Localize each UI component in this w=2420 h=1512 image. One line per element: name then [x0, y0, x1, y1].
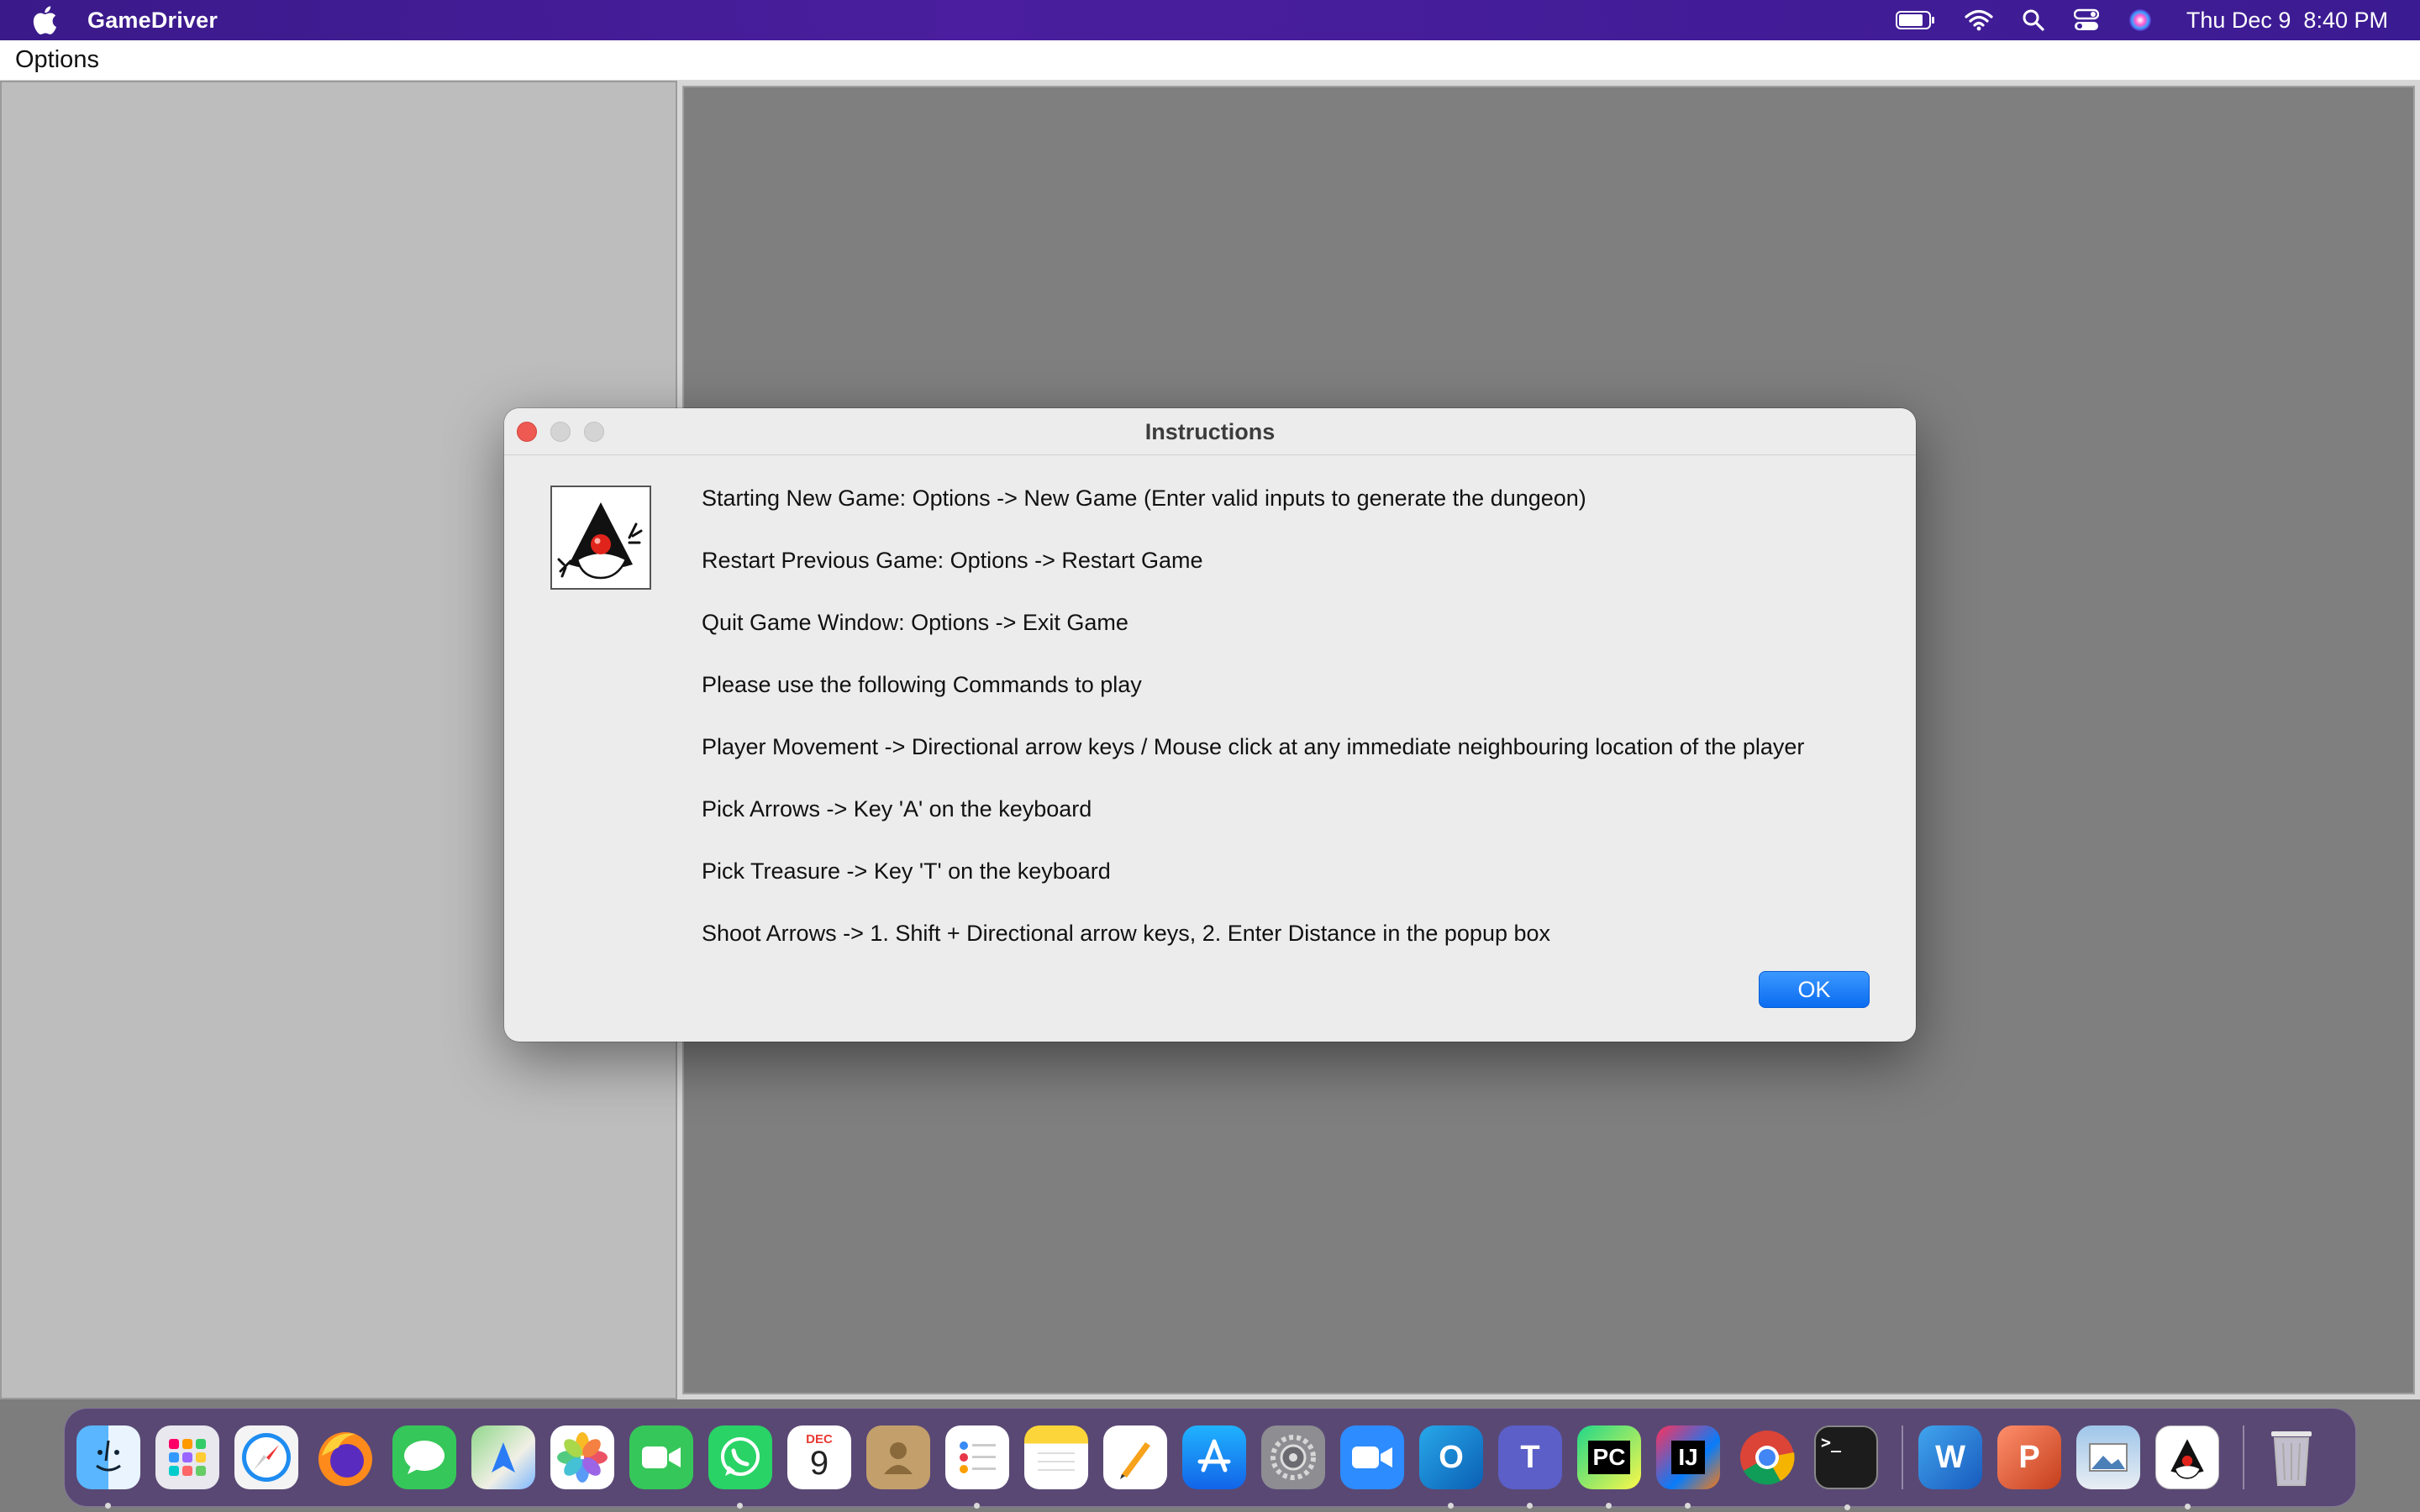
instruction-line: Quit Game Window: Options -> Exit Game [702, 610, 1128, 635]
safari-icon[interactable] [234, 1425, 298, 1489]
running-indicator [974, 1503, 980, 1509]
teams-icon[interactable]: T [1498, 1425, 1562, 1509]
control-center-icon[interactable] [2073, 8, 2099, 32]
wifi-icon[interactable] [1965, 9, 1993, 31]
java-app-icon[interactable] [2155, 1425, 2219, 1509]
active-app-name[interactable]: GameDriver [87, 8, 218, 34]
dialog-title: Instructions [1144, 419, 1276, 444]
calendar-day: 9 [809, 1444, 829, 1482]
contacts-icon[interactable] [866, 1425, 930, 1489]
teams-letter: T [1520, 1439, 1540, 1475]
photos-icon[interactable] [550, 1425, 614, 1489]
outlook-letter: O [1439, 1439, 1464, 1475]
instruction-line: Restart Previous Game: Options -> Restar… [702, 548, 1203, 573]
chrome-icon[interactable] [1735, 1425, 1799, 1489]
dialog-titlebar[interactable]: Instructions [504, 408, 1916, 455]
instructions-dialog: Instructions Starting New Game: Options … [504, 408, 1916, 1042]
instruction-line: Pick Arrows -> Key 'A' on the keyboard [702, 796, 1092, 822]
running-indicator [105, 1503, 111, 1509]
calendar-icon[interactable]: DEC 9 [787, 1425, 851, 1489]
pycharm-label: PC [1587, 1441, 1631, 1474]
pycharm-icon[interactable]: PC [1577, 1425, 1641, 1509]
powerpoint-icon[interactable]: P [1997, 1425, 2061, 1489]
java-duke-icon [550, 486, 651, 590]
instruction-line: Shoot Arrows -> 1. Shift + Directional a… [702, 921, 1551, 946]
maps-icon[interactable] [471, 1425, 535, 1489]
system-menu-bar: GameDriver Thu Dec 9 8:40 PM [0, 0, 2420, 40]
intellij-label: IJ [1671, 1441, 1705, 1474]
app-menu-bar: Options [0, 40, 2420, 81]
calendar-month: DEC [806, 1431, 833, 1446]
whatsapp-icon[interactable] [708, 1425, 772, 1509]
instruction-line: Player Movement -> Directional arrow key… [702, 734, 1805, 759]
facetime-icon[interactable] [629, 1425, 693, 1489]
running-indicator [1844, 1504, 1850, 1510]
instructions-list: Starting New Game: Options -> New Game (… [702, 472, 1804, 969]
instruction-line: Pick Treasure -> Key 'T' on the keyboard [702, 858, 1111, 884]
running-indicator [2185, 1504, 2191, 1509]
pages-icon[interactable] [1103, 1425, 1167, 1489]
instruction-line: Starting New Game: Options -> New Game (… [702, 486, 1586, 511]
instruction-line: Please use the following Commands to pla… [702, 672, 1142, 697]
spotlight-search-icon[interactable] [2022, 8, 2045, 32]
reminders-icon[interactable] [945, 1425, 1009, 1509]
running-indicator [1448, 1503, 1454, 1509]
menubar-clock[interactable]: Thu Dec 9 8:40 PM [2186, 8, 2388, 34]
dock-separator [1902, 1425, 1903, 1489]
intellij-icon[interactable]: IJ [1656, 1425, 1720, 1509]
word-icon[interactable]: W [1918, 1425, 1982, 1489]
status-area: Thu Dec 9 8:40 PM [1867, 0, 2388, 40]
zoom-icon[interactable] [1340, 1425, 1404, 1489]
system-preferences-icon[interactable] [1261, 1425, 1325, 1489]
running-indicator [1606, 1503, 1612, 1509]
finder-icon[interactable] [76, 1425, 140, 1509]
running-indicator [1527, 1503, 1533, 1509]
dock: DEC 9 O T PC IJ >_ W P [64, 1408, 2356, 1510]
battery-icon[interactable] [1895, 9, 1936, 31]
notes-icon[interactable] [1024, 1425, 1088, 1489]
running-indicator [737, 1503, 743, 1509]
outlook-icon[interactable]: O [1419, 1425, 1483, 1509]
terminal-prompt: >_ [1821, 1432, 1842, 1452]
word-letter: W [1935, 1439, 1965, 1475]
dock-separator [2243, 1425, 2244, 1489]
siri-icon[interactable] [2128, 8, 2153, 33]
running-indicator [1685, 1503, 1691, 1509]
preview-icon[interactable] [2076, 1425, 2140, 1489]
messages-icon[interactable] [392, 1425, 456, 1489]
trash-icon[interactable] [2260, 1425, 2323, 1489]
powerpoint-letter: P [2018, 1439, 2040, 1475]
firefox-icon[interactable] [313, 1425, 377, 1489]
options-menu[interactable]: Options [15, 46, 99, 74]
terminal-icon[interactable]: >_ [1814, 1425, 1878, 1510]
ok-button[interactable]: OK [1759, 971, 1870, 1008]
app-store-icon[interactable] [1182, 1425, 1246, 1489]
launchpad-icon[interactable] [155, 1425, 219, 1489]
apple-logo-icon[interactable] [32, 5, 57, 35]
